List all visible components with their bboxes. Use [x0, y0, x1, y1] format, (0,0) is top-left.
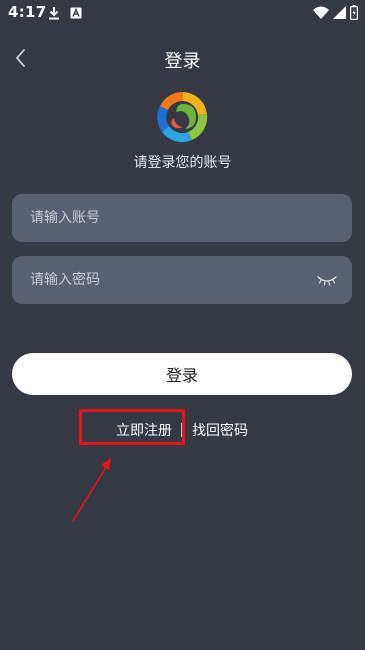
account-field: [12, 194, 352, 242]
status-time: 4:17: [8, 3, 47, 21]
app-notification-icon: [70, 7, 82, 19]
password-input[interactable]: [30, 256, 310, 304]
login-subtitle: 请登录您的账号: [133, 155, 232, 171]
download-icon: [49, 7, 59, 20]
app-logo-icon: [154, 88, 212, 146]
page-title: 登录: [164, 51, 201, 72]
battery-icon: [350, 5, 358, 20]
password-field: [12, 256, 352, 304]
eye-closed-icon[interactable]: [316, 272, 338, 288]
signal-icon: [333, 6, 346, 19]
wifi-icon: [313, 6, 329, 19]
annotation-arrow-icon: [72, 458, 111, 522]
login-button[interactable]: 登录: [12, 353, 352, 395]
account-input[interactable]: [30, 194, 310, 242]
forgot-password-link[interactable]: 找回密码: [192, 420, 248, 440]
status-bar: 4:17: [0, 0, 365, 26]
annotation-highlight-box: [79, 409, 185, 445]
